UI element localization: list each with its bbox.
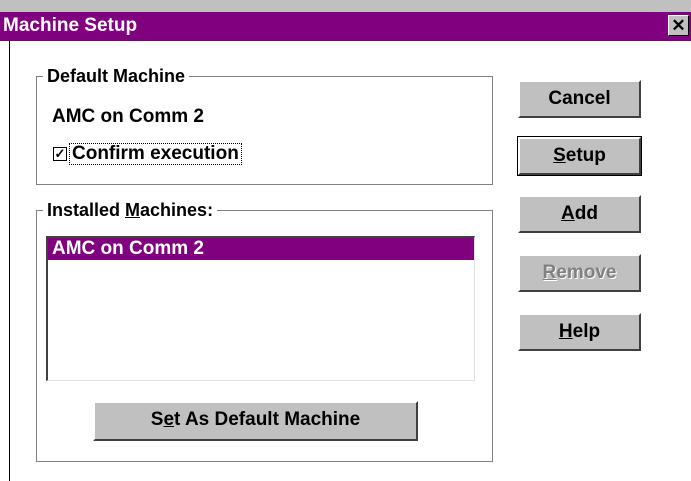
add-button[interactable]: Add bbox=[518, 195, 641, 233]
remove-button[interactable]: Remove bbox=[518, 254, 641, 292]
set-default-label-post: t As Default Machine bbox=[174, 409, 361, 430]
set-default-label-pre: S bbox=[150, 409, 164, 430]
default-machine-name: AMC on Comm 2 bbox=[52, 106, 204, 127]
installed-label-mnemonic: M bbox=[125, 200, 141, 220]
setup-button[interactable]: Setup bbox=[517, 136, 642, 176]
setup-rest: etup bbox=[565, 145, 606, 166]
add-rest: dd bbox=[574, 203, 598, 224]
cancel-button[interactable]: Cancel bbox=[518, 80, 641, 118]
check-icon: ✓ bbox=[54, 146, 66, 161]
installed-label-pre: Installed bbox=[47, 200, 126, 220]
close-button[interactable]: ✕ bbox=[668, 15, 689, 36]
default-machine-group: Default Machine bbox=[36, 65, 493, 185]
confirm-execution-label[interactable]: Confirm execution bbox=[69, 143, 242, 165]
remove-rest: emove bbox=[556, 262, 617, 283]
default-machine-group-label: Default Machine bbox=[43, 65, 190, 87]
set-default-machine-button[interactable]: Set As Default Machine bbox=[93, 401, 418, 441]
title-bar[interactable]: Machine Setup ✕ bbox=[0, 12, 691, 41]
help-rest: elp bbox=[572, 321, 601, 342]
set-default-label-mnemonic: e bbox=[163, 409, 175, 430]
dialog-left-edge bbox=[9, 41, 10, 481]
help-mnemonic: H bbox=[558, 321, 573, 342]
confirm-execution-checkbox[interactable]: ✓ bbox=[53, 147, 67, 161]
list-item[interactable]: AMC on Comm 2 bbox=[48, 238, 474, 260]
close-icon: ✕ bbox=[671, 16, 686, 35]
installed-label-post: achines: bbox=[140, 200, 214, 220]
setup-mnemonic: S bbox=[553, 145, 566, 166]
window-title: Machine Setup bbox=[3, 15, 138, 36]
installed-machines-group-label: Installed Machines: bbox=[43, 199, 218, 221]
installed-machines-list[interactable]: AMC on Comm 2 bbox=[46, 236, 475, 381]
machine-setup-dialog: Machine Setup ✕ Default Machine AMC on C… bbox=[0, 0, 691, 481]
add-mnemonic: A bbox=[561, 203, 575, 224]
help-button[interactable]: Help bbox=[518, 313, 641, 351]
remove-mnemonic: R bbox=[542, 262, 557, 283]
